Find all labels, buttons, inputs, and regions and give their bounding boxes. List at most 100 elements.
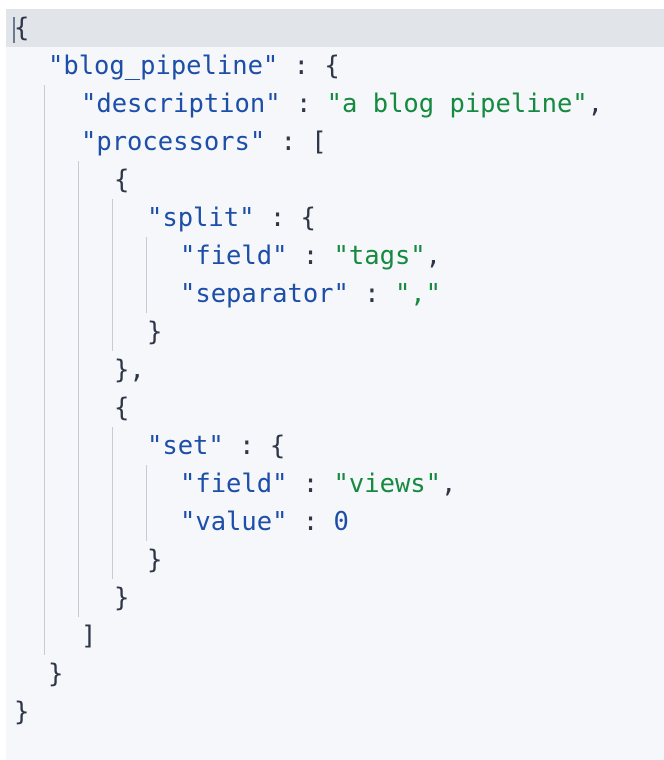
code-line-17[interactable]: ] xyxy=(6,617,664,655)
punctuation: { xyxy=(324,51,340,81)
code-line-8[interactable]: "separator" : "," xyxy=(6,275,664,313)
indent-guide xyxy=(44,275,45,313)
line-content: "blog_pipeline" : { xyxy=(48,47,340,85)
json-key: "split" xyxy=(147,203,255,233)
code-line-11[interactable]: { xyxy=(6,389,664,427)
punctuation: { xyxy=(14,13,30,43)
indent-guide xyxy=(78,351,79,389)
json-string-value: "views" xyxy=(333,469,441,499)
line-content: { xyxy=(14,9,29,47)
json-code-editor[interactable]: { "blog_pipeline" : { "description" : "a… xyxy=(6,9,664,760)
line-content: { xyxy=(114,389,129,427)
line-content: "processors" : [ xyxy=(81,123,327,161)
json-key: "field" xyxy=(180,241,288,271)
colon-separator: : xyxy=(287,469,334,499)
line-content: "split" : { xyxy=(147,199,316,237)
code-line-1[interactable]: { xyxy=(6,9,664,47)
indent-guide xyxy=(44,541,45,579)
indent-guide xyxy=(78,579,79,617)
colon-separator: : xyxy=(280,89,327,119)
line-content: } xyxy=(14,693,29,731)
punctuation: } xyxy=(114,583,130,613)
line-content: }, xyxy=(114,351,145,389)
indent-guide xyxy=(78,275,79,313)
indent-guide xyxy=(44,617,45,655)
indent-guide xyxy=(44,579,45,617)
indent-guide xyxy=(112,199,113,237)
indent-guide xyxy=(78,427,79,465)
punctuation: { xyxy=(114,165,130,195)
indent-guide xyxy=(44,427,45,465)
code-line-12[interactable]: "set" : { xyxy=(6,427,664,465)
json-key: "field" xyxy=(180,469,288,499)
indent-guide xyxy=(44,503,45,541)
json-key: "separator" xyxy=(180,279,349,309)
punctuation: } xyxy=(147,317,163,347)
indent-guide xyxy=(44,199,45,237)
code-line-4[interactable]: "processors" : [ xyxy=(6,123,664,161)
code-line-13[interactable]: "field" : "views", xyxy=(6,465,664,503)
json-key: "value" xyxy=(180,507,288,537)
line-content: "description" : "a blog pipeline", xyxy=(81,85,603,123)
indent-guide xyxy=(146,275,147,313)
colon-separator: : xyxy=(287,507,334,537)
indent-guide xyxy=(44,389,45,427)
punctuation: { xyxy=(114,393,130,423)
punctuation: , xyxy=(587,89,604,119)
line-content: } xyxy=(147,313,162,351)
punctuation: { xyxy=(300,203,316,233)
indent-guide xyxy=(44,161,45,199)
json-string-value: "a blog pipeline" xyxy=(326,89,588,119)
json-key: "blog_pipeline" xyxy=(48,51,279,81)
indent-guide xyxy=(112,541,113,579)
code-line-3[interactable]: "description" : "a blog pipeline", xyxy=(6,85,664,123)
json-number-value: 0 xyxy=(333,507,349,537)
line-content: } xyxy=(114,579,129,617)
punctuation: [ xyxy=(311,127,327,157)
indent-guide xyxy=(112,427,113,465)
code-line-10[interactable]: }, xyxy=(6,351,664,389)
indent-guide xyxy=(44,313,45,351)
punctuation: } xyxy=(14,697,30,727)
json-string-value: "tags" xyxy=(333,241,426,271)
line-content: "value" : 0 xyxy=(180,503,349,541)
punctuation: , xyxy=(441,469,457,499)
colon-separator: : xyxy=(254,203,301,233)
code-line-9[interactable]: } xyxy=(6,313,664,351)
colon-separator: : xyxy=(348,279,395,309)
punctuation: } xyxy=(147,545,163,575)
code-line-18[interactable]: } xyxy=(6,655,664,693)
code-line-5[interactable]: { xyxy=(6,161,664,199)
code-line-7[interactable]: "field" : "tags", xyxy=(6,237,664,275)
indent-guide xyxy=(78,161,79,199)
code-line-15[interactable]: } xyxy=(6,541,664,579)
punctuation: }, xyxy=(114,355,145,385)
line-content: { xyxy=(114,161,129,199)
code-line-16[interactable]: } xyxy=(6,579,664,617)
line-content: "field" : "views", xyxy=(180,465,456,503)
json-key: "set" xyxy=(147,431,224,461)
line-content: "set" : { xyxy=(147,427,285,465)
indent-guide xyxy=(146,465,147,503)
line-content: ] xyxy=(81,617,96,655)
indent-guide xyxy=(78,389,79,427)
indent-guide xyxy=(112,313,113,351)
code-line-6[interactable]: "split" : { xyxy=(6,199,664,237)
punctuation: { xyxy=(269,431,286,461)
colon-separator: : xyxy=(287,241,334,271)
code-line-19[interactable]: } xyxy=(6,693,664,731)
line-content: } xyxy=(48,655,63,693)
indent-guide xyxy=(44,123,45,161)
code-line-14[interactable]: "value" : 0 xyxy=(6,503,664,541)
colon-separator: : xyxy=(223,431,270,461)
indent-guide xyxy=(146,237,147,275)
colon-separator: : xyxy=(265,127,312,157)
indent-guide xyxy=(112,275,113,313)
code-line-2[interactable]: "blog_pipeline" : { xyxy=(6,47,664,85)
json-key: "processors" xyxy=(81,127,266,157)
indent-guide xyxy=(112,503,113,541)
indent-guide xyxy=(44,351,45,389)
indent-guide xyxy=(44,85,45,123)
punctuation: ] xyxy=(81,621,97,651)
indent-guide xyxy=(44,465,45,503)
